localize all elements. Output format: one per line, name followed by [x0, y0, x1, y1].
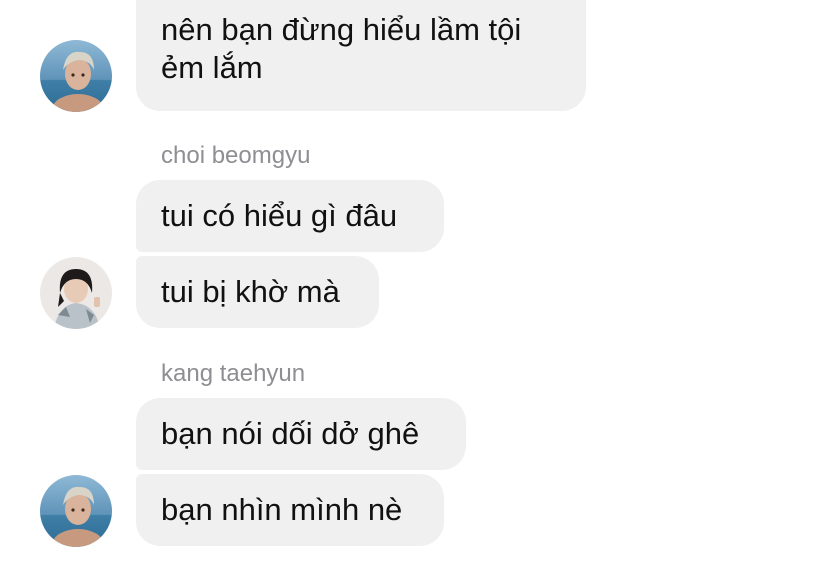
user-photo-avatar-icon [40, 475, 112, 547]
message-text: nên bạn đừng hiểu lầm tội ẻm lắm [161, 12, 522, 85]
sender-name: choi beomgyu [161, 142, 311, 169]
user-photo-avatar-icon [40, 257, 112, 329]
message-bubble[interactable]: bạn nhìn mình nè [136, 474, 444, 546]
avatar[interactable] [40, 257, 112, 329]
user-photo-avatar-icon [40, 40, 112, 112]
message-bubble[interactable]: tui bị khờ mà [136, 256, 379, 328]
message-text: bạn nói dối dở ghê [161, 416, 420, 451]
message-bubble[interactable]: bạn nói dối dở ghê [136, 398, 466, 470]
avatar[interactable] [40, 475, 112, 547]
message-text: tui có hiểu gì đâu [161, 198, 398, 233]
message-text: tui bị khờ mà [161, 274, 340, 309]
message-text: bạn nhìn mình nè [161, 492, 403, 527]
message-bubble[interactable]: tui có hiểu gì đâu [136, 180, 444, 252]
avatar[interactable] [40, 40, 112, 112]
sender-name: kang taehyun [161, 360, 306, 387]
message-bubble[interactable]: nên bạn đừng hiểu lầm tội ẻm lắm [136, 0, 586, 111]
